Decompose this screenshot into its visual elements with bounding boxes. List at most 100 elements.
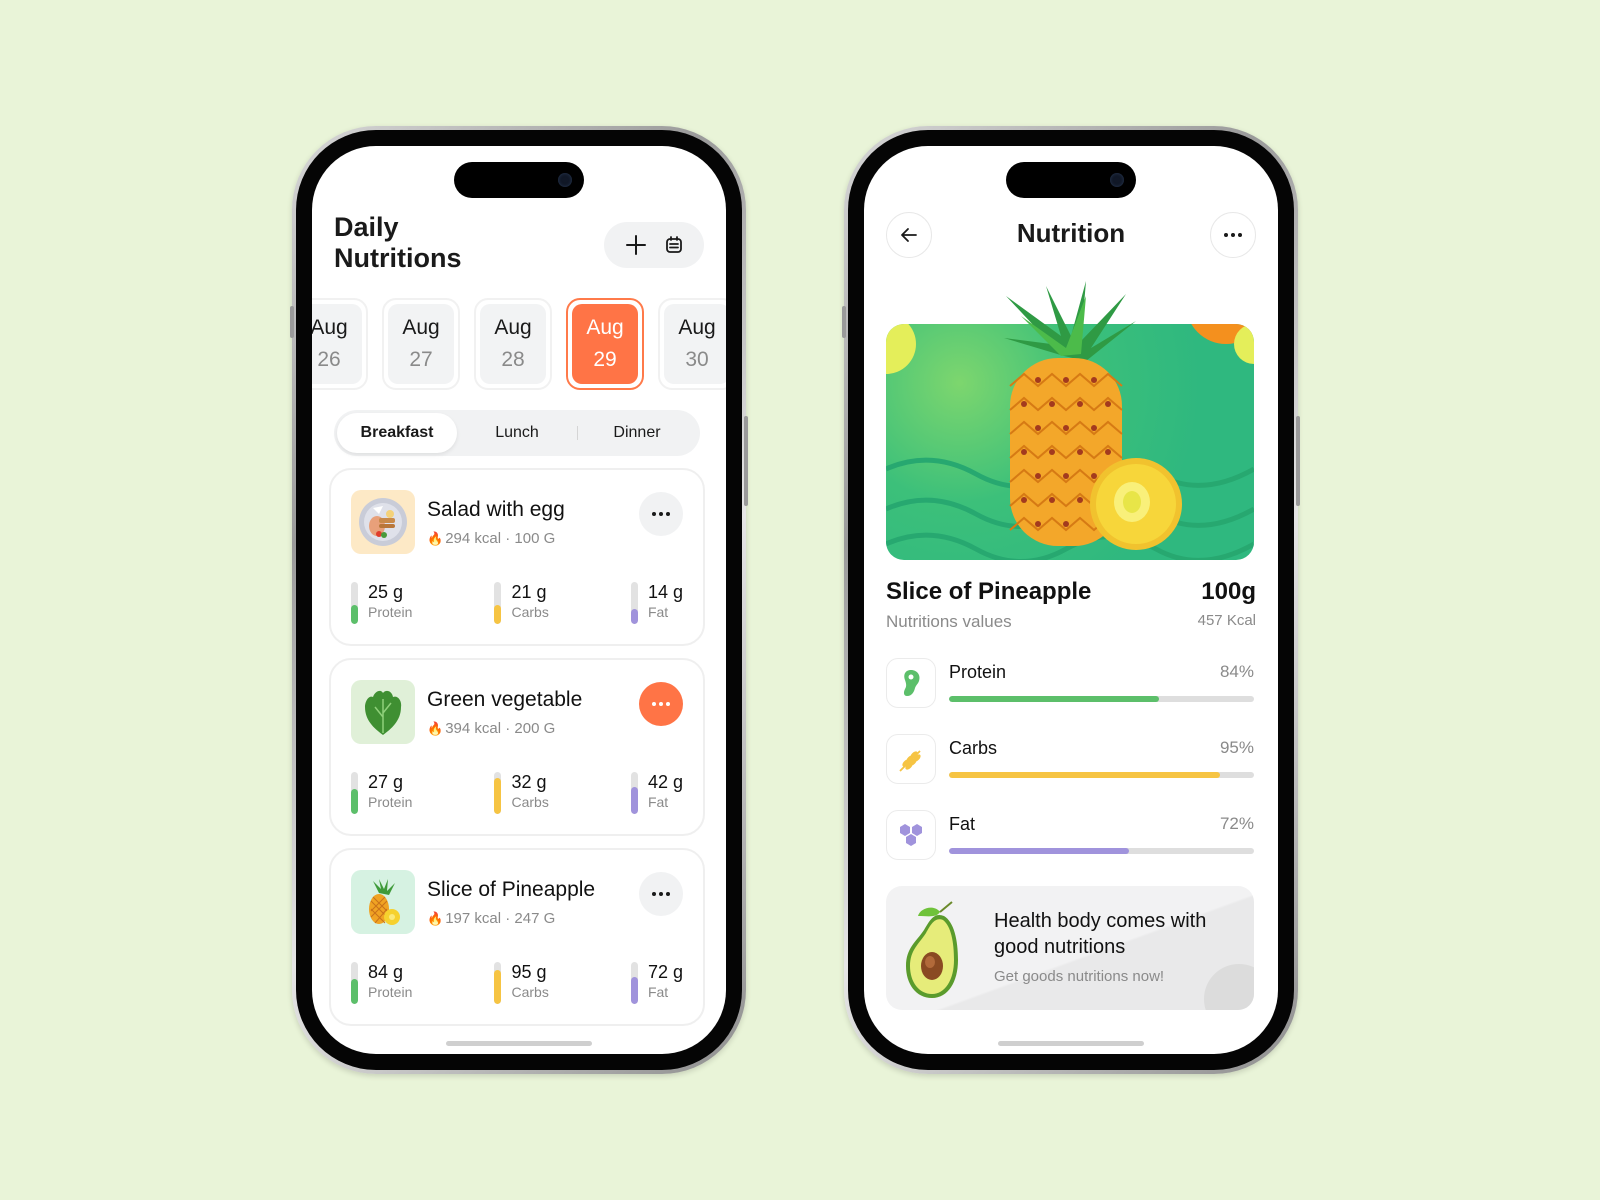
page-title: Daily Nutritions	[334, 212, 462, 274]
screen-nutrition-detail: Nutrition Slice of Pineapple Nutritions …	[864, 146, 1278, 1054]
fat-level-bar	[630, 786, 638, 814]
screen-daily-nutritions: Daily Nutritions Aug 26 Aug 27 Aug 28 Aug 29…	[312, 146, 726, 1054]
macro-carbs: 21 g Carbs	[494, 582, 549, 624]
nutrient-row-protein: Protein 84%	[886, 658, 1254, 710]
title-line: Daily	[334, 212, 399, 242]
food-kcal: 197 kcal	[445, 910, 502, 927]
dynamic-island	[1006, 162, 1136, 198]
nutrient-label: Fat	[949, 814, 976, 834]
camera-icon	[1110, 173, 1124, 187]
macro-value: 14 g	[647, 582, 683, 602]
food-meta: 🔥 394 kcal · 200 G	[427, 720, 556, 737]
macro-track	[494, 582, 502, 624]
food-weight: 100g	[1201, 578, 1256, 605]
macro-value: 25 g	[368, 582, 404, 602]
macro-protein: 84 g Protein	[351, 962, 412, 1004]
macro-track	[494, 772, 502, 814]
plus-icon[interactable]	[625, 234, 647, 256]
meal-tabs: Breakfast Lunch Dinner	[334, 410, 700, 456]
date-month: Aug	[586, 316, 624, 339]
food-card[interactable]: Green vegetable 🔥 394 kcal · 200 G 27 g Pr…	[329, 658, 705, 836]
food-meta: 🔥 294 kcal · 100 G	[427, 530, 556, 547]
header-actions	[604, 222, 704, 268]
date-day: 28	[501, 348, 525, 371]
pineapple-illustration	[1004, 281, 1182, 550]
date-item[interactable]: Aug 27	[382, 298, 460, 390]
phone-bezel: Daily Nutritions Aug 26 Aug 27 Aug 28 Aug 29…	[296, 130, 742, 1070]
macro-carbs: 32 g Carbs	[494, 772, 549, 814]
date-month: Aug	[402, 316, 440, 339]
fat-level-bar	[630, 609, 638, 624]
date-item-selected[interactable]: Aug 29	[566, 298, 644, 390]
home-indicator[interactable]	[998, 1041, 1144, 1046]
macro-track	[351, 582, 358, 624]
date-month: Aug	[312, 316, 348, 339]
tab-dinner[interactable]: Dinner	[577, 413, 697, 453]
macro-value: 21 g	[511, 582, 547, 602]
date-item[interactable]: Aug 28	[474, 298, 552, 390]
macro-label: Protein	[368, 794, 413, 810]
macro-label: Protein	[368, 984, 413, 1000]
promo-banner[interactable]: Health body comes with good nutritions G…	[886, 886, 1254, 1010]
food-card[interactable]: Salad with egg 🔥 294 kcal · 100 G 25 g Pro…	[329, 468, 705, 646]
food-weight: 100 G	[514, 530, 556, 547]
more-horizontal-icon	[652, 512, 670, 516]
tab-breakfast[interactable]: Breakfast	[337, 413, 457, 453]
more-options-button[interactable]	[639, 492, 683, 536]
macro-label: Carbs	[511, 984, 549, 1000]
food-weight: 200 G	[514, 720, 556, 737]
date-month: Aug	[678, 316, 716, 339]
nutrient-percent: 84%	[1219, 662, 1254, 681]
phone-side-button	[744, 416, 748, 506]
macros: 84 g Protein 95 g Carbs 72 g Fat	[351, 962, 683, 1004]
macro-track	[630, 582, 638, 624]
protein-level-bar	[351, 978, 358, 1004]
pineapple-icon	[351, 870, 415, 934]
flame-icon: 🔥	[427, 721, 444, 736]
promo-title: Health body comes with good nutritions	[994, 910, 1207, 958]
fat-progress-fill	[949, 848, 1129, 854]
food-card[interactable]: Slice of Pineapple 🔥 197 kcal · 247 G 84 …	[329, 848, 705, 1026]
more-horizontal-icon	[1224, 233, 1242, 237]
protein-bean-icon	[886, 658, 936, 708]
food-name: Slice of Pineapple	[427, 878, 596, 901]
macro-fat: 14 g Fat	[630, 582, 683, 624]
macro-track	[494, 962, 502, 1004]
date-selector: Aug 26 Aug 27 Aug 28 Aug 29 Aug 30	[312, 298, 726, 390]
date-item[interactable]: Aug 30	[658, 298, 726, 390]
macro-value: 27 g	[368, 772, 404, 792]
date-item[interactable]: Aug 26	[312, 298, 368, 390]
home-indicator[interactable]	[446, 1041, 592, 1046]
macro-label: Fat	[647, 604, 669, 620]
phone-nutrition-detail: Nutrition Slice of Pineapple Nutritions …	[842, 126, 1300, 1074]
nutrient-label: Carbs	[949, 738, 998, 758]
nutrient-percent: 95%	[1219, 738, 1254, 757]
phone-daily-nutritions: Daily Nutritions Aug 26 Aug 27 Aug 28 Aug 29…	[290, 126, 748, 1074]
carbs-level-bar	[494, 970, 502, 1004]
flame-icon: 🔥	[427, 911, 444, 926]
macro-carbs: 95 g Carbs	[494, 962, 549, 1004]
macro-value: 32 g	[511, 772, 547, 792]
calendar-icon[interactable]	[664, 235, 684, 255]
more-options-button[interactable]	[639, 872, 683, 916]
nutrient-progress	[949, 696, 1254, 702]
macro-track	[630, 962, 638, 1004]
phone-side-button	[1296, 416, 1300, 506]
nutrient-progress	[949, 772, 1254, 778]
macros: 25 g Protein 21 g Carbs 14 g Fat	[351, 582, 683, 624]
macro-label: Protein	[368, 604, 413, 620]
protein-level-bar	[351, 605, 358, 624]
macro-value: 95 g	[511, 962, 547, 982]
food-name: Green vegetable	[427, 688, 583, 711]
food-hero-image	[886, 276, 1254, 566]
flame-icon: 🔥	[427, 531, 444, 546]
more-options-button[interactable]	[639, 682, 683, 726]
wheat-icon	[886, 734, 936, 784]
camera-icon	[558, 173, 572, 187]
macro-value: 42 g	[647, 772, 683, 792]
tab-lunch[interactable]: Lunch	[457, 413, 577, 453]
food-kcal: 457 Kcal	[1197, 612, 1256, 629]
more-options-button[interactable]	[1210, 212, 1256, 258]
salad-plate-icon	[351, 490, 415, 554]
nutrient-row-fat: Fat 72%	[886, 810, 1254, 862]
